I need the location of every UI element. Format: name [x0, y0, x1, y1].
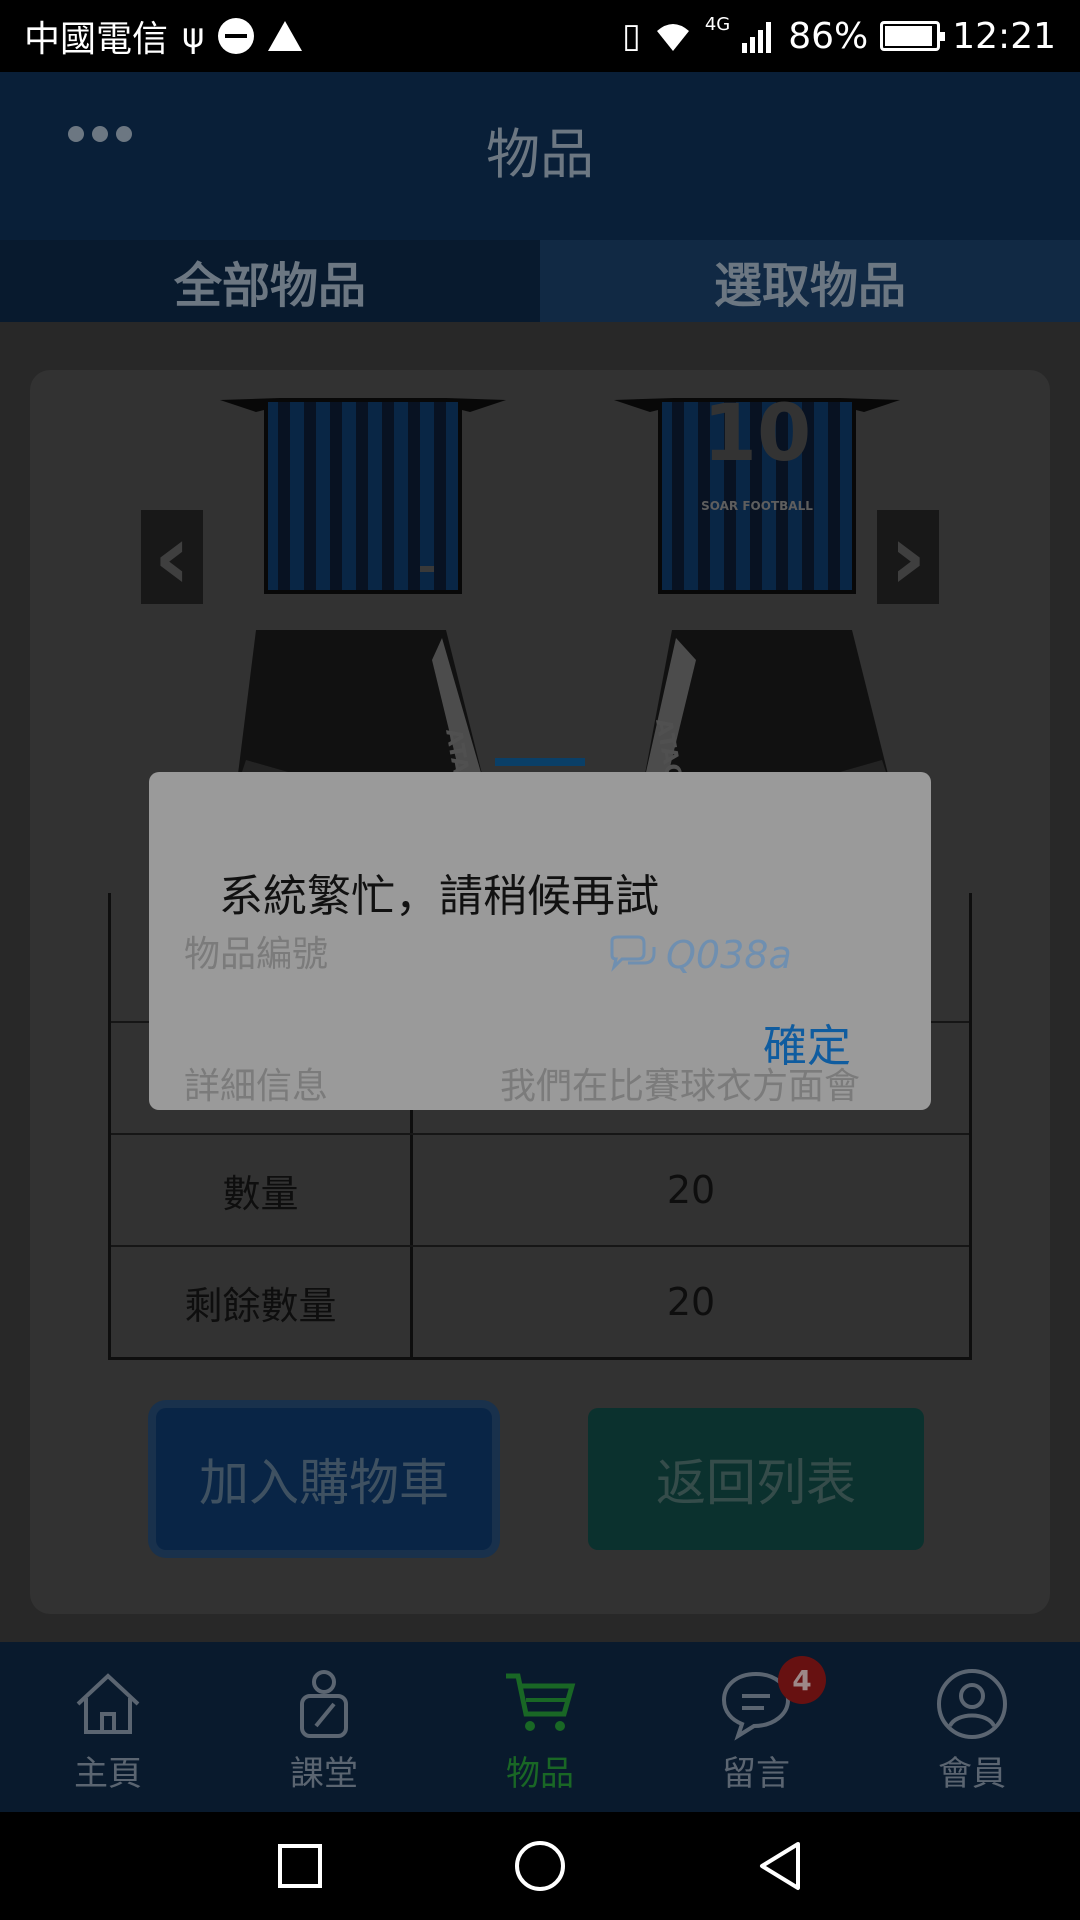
battery-icon: [880, 21, 946, 51]
wifi-icon: [656, 24, 689, 51]
network-type-label: 4G: [704, 14, 731, 35]
status-bar: 中國電信 ψ ▯ 4G 86% 12:21: [0, 0, 1080, 72]
back-triangle-icon[interactable]: [746, 1832, 814, 1900]
usb-icon: ψ: [182, 16, 205, 56]
recent-apps-icon[interactable]: [266, 1832, 334, 1900]
warning-icon: [268, 21, 303, 51]
clock: 12:21: [952, 15, 1056, 57]
chat-bubble-icon: [610, 935, 656, 972]
carrier-label: 中國電信: [24, 19, 169, 60]
battery-percent: 86%: [788, 15, 869, 57]
home-circle-icon[interactable]: [506, 1832, 574, 1900]
signal-icon: [742, 22, 772, 53]
table-key-item-code: 物品編號: [184, 934, 329, 975]
app-notification-icon: [218, 18, 255, 54]
item-code-value: Q038a: [608, 933, 792, 977]
item-code-text: Q038a: [666, 933, 792, 977]
system-nav-bar: [0, 1812, 1080, 1920]
vibrate-icon: ▯: [622, 16, 641, 56]
table-key-details: 詳細信息: [184, 1066, 329, 1107]
dialog-message: 系統繁忙，請稍候再試: [219, 871, 659, 922]
table-value-details: 我們在比賽球衣方面會: [500, 1066, 861, 1107]
